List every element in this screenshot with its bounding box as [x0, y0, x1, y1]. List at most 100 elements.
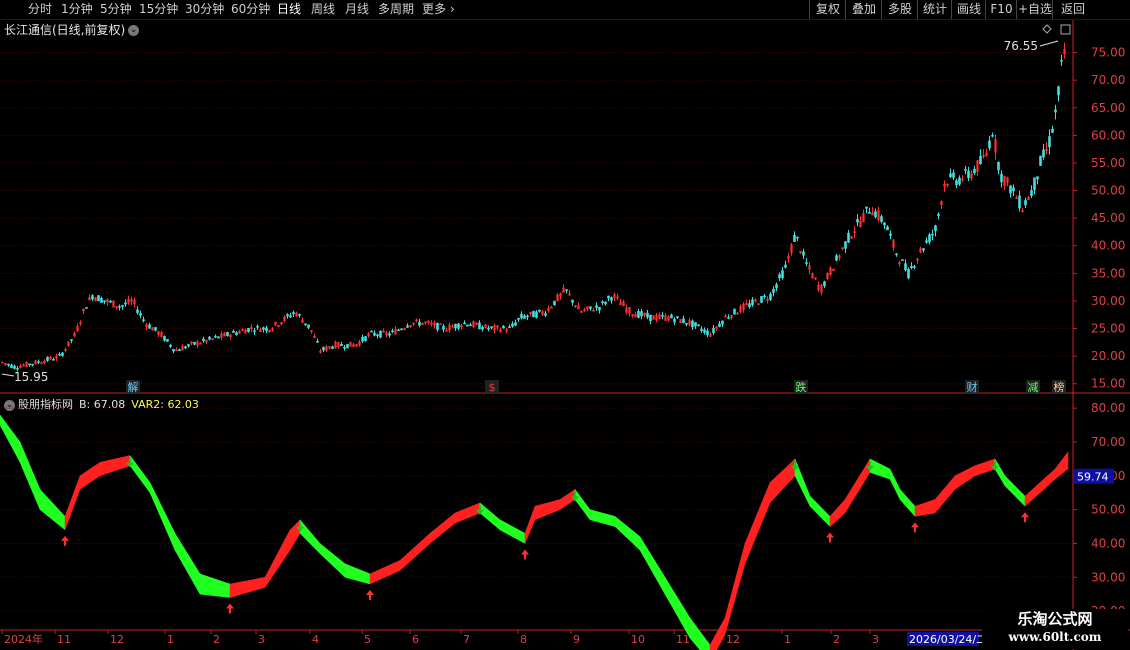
candle-body [697, 324, 700, 327]
candle-body [184, 346, 187, 349]
xaxis-label: 2 [213, 633, 220, 646]
candle-body [517, 317, 520, 320]
candle-body [601, 301, 604, 304]
candle-body [604, 301, 607, 305]
panel-toggle-icon[interactable] [1060, 24, 1071, 35]
candle-body [373, 332, 376, 336]
candle-body [727, 317, 730, 319]
indicator-ribbon-segment [934, 475, 956, 514]
candle-body [823, 281, 826, 287]
candle-body [340, 344, 343, 346]
candle-body [1042, 149, 1045, 158]
candle-body [37, 361, 40, 363]
candle-body [1030, 190, 1033, 197]
candle-body [886, 226, 889, 231]
main-ytick-label: 35.00 [1091, 266, 1125, 280]
candle-body [163, 336, 166, 341]
candle-body [457, 323, 460, 329]
candle-body [370, 330, 373, 333]
candle-body [763, 295, 766, 298]
xaxis-label: 8 [520, 633, 527, 646]
candle-body [844, 241, 847, 249]
candle-body [376, 334, 379, 337]
xaxis-label: 1 [167, 633, 174, 646]
indicator-ribbon-segment [709, 616, 726, 650]
main-ytick-label: 30.00 [1091, 294, 1125, 308]
candle-body [637, 311, 640, 318]
candle-body [979, 155, 982, 164]
chart-canvas[interactable]: 75.00 70.00 65.00 60.00 55.00 50.00 45.00 40.00… [0, 0, 1130, 650]
candle-body [706, 330, 709, 336]
buy-arrow-icon [366, 590, 374, 601]
candle-body [856, 219, 859, 223]
buy-arrow-icon [1021, 512, 1029, 523]
xaxis-label: 11 [57, 633, 71, 646]
candle-body [793, 235, 796, 242]
candle-body [388, 333, 391, 336]
candle-body [235, 332, 238, 335]
candle-body [166, 339, 169, 342]
indicator-ribbon-segment [1024, 481, 1041, 507]
indicator-ytick-label: 50.00 [1091, 503, 1125, 517]
candle-body [97, 295, 100, 302]
candle-body [538, 309, 541, 312]
candle-body [361, 336, 364, 342]
candle-body [7, 363, 10, 366]
indicator-ribbon-segment [889, 468, 901, 500]
diamond-icon[interactable] [1042, 24, 1052, 34]
indicator-ribbon-segment [174, 532, 201, 596]
candle-body [463, 322, 466, 325]
candle-body [400, 328, 403, 331]
candle-body [466, 324, 469, 327]
candle-body [262, 327, 265, 330]
candle-body [187, 344, 190, 347]
candle-body [481, 327, 484, 330]
indicator-ribbon-segment [689, 617, 711, 650]
candle-body [439, 323, 442, 326]
candle-body [931, 233, 934, 236]
indicator-ribbon-segment [524, 506, 536, 544]
candle-body [307, 324, 310, 328]
candle-body [925, 240, 928, 243]
indicator-ribbon-segment [809, 495, 831, 528]
indicator-ribbon-segment [1039, 468, 1056, 494]
event-marker: 榜 [1054, 380, 1065, 394]
candle-body [934, 225, 937, 232]
candle-body [397, 329, 400, 332]
candle-body [169, 344, 172, 347]
indicator-ribbon-segment [0, 414, 21, 463]
candle-body [526, 315, 529, 318]
candle-body [883, 222, 886, 226]
indicator-ribbon-segment [429, 512, 456, 544]
candle-body [379, 330, 382, 338]
event-marker: 财 [967, 380, 978, 394]
candle-body [595, 305, 598, 308]
candle-body [286, 314, 289, 317]
buy-arrow-icon [521, 549, 529, 560]
candle-body [676, 316, 679, 318]
xaxis-label: 7 [463, 633, 470, 646]
candle-body [922, 248, 925, 251]
candle-body [442, 325, 445, 330]
candle-body [136, 309, 139, 313]
indicator-ribbon-segment [574, 488, 591, 521]
candle-body [139, 313, 142, 316]
candle-body [865, 206, 868, 209]
xaxis-label: 2024年 [4, 632, 43, 646]
main-ytick-label: 40.00 [1091, 239, 1125, 253]
indicator-ribbon-segment [1004, 475, 1026, 507]
candle-body [571, 299, 574, 303]
indicator-ribbon-segment [534, 499, 561, 521]
indicator-ribbon-segment [914, 499, 936, 517]
event-marker: 减 [1028, 381, 1039, 394]
low-price-label: 15.95 [14, 370, 48, 384]
xaxis-label: 9 [573, 633, 580, 646]
xaxis-label: 10 [631, 633, 645, 646]
main-ytick-label: 60.00 [1091, 128, 1125, 142]
candle-body [973, 168, 976, 174]
candle-body [700, 328, 703, 331]
indicator-ytick-label: 30.00 [1091, 570, 1125, 584]
main-ytick-label: 65.00 [1091, 101, 1125, 115]
candle-body [1018, 195, 1021, 209]
candle-body [13, 365, 16, 369]
